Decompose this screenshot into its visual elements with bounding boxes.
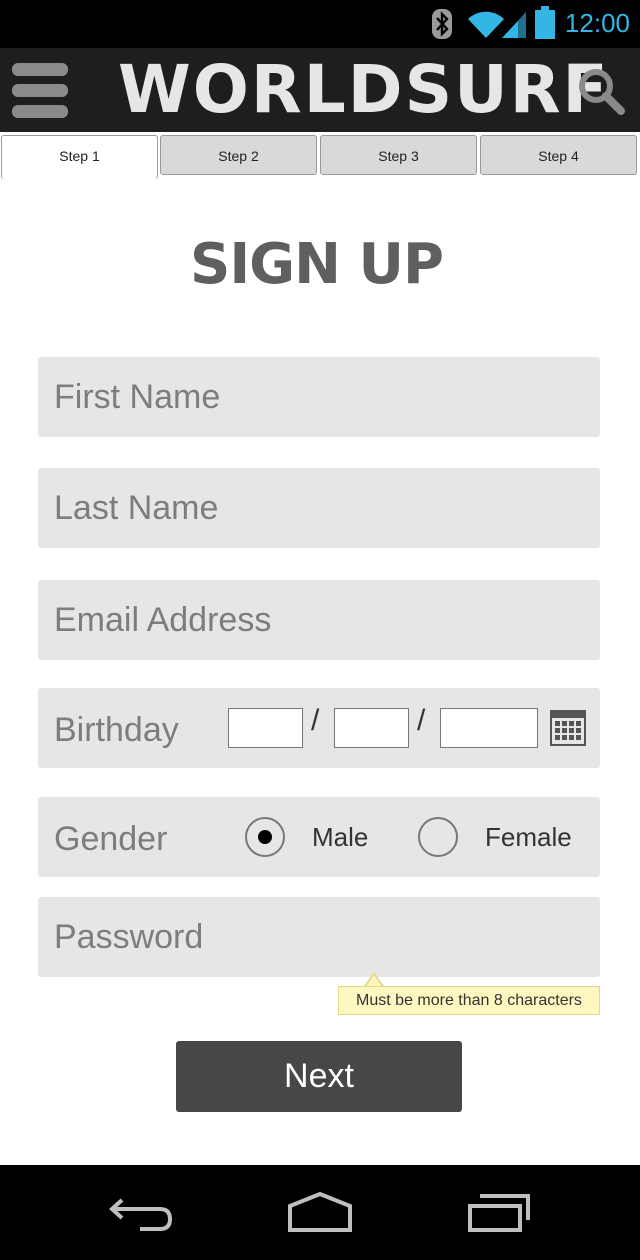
gender-male-label: Male — [312, 822, 369, 852]
gender-label: Gender — [54, 820, 168, 858]
app-bar: WORLDSURF — [0, 48, 640, 132]
step-tabs: Step 1 Step 2 Step 3 Step 4 — [0, 134, 640, 179]
bluetooth-icon — [432, 9, 452, 39]
date-separator: / — [311, 704, 320, 737]
search-icon[interactable] — [576, 66, 626, 116]
first-name-input[interactable] — [38, 357, 600, 437]
clock: 12:00 — [564, 8, 630, 38]
app-logo: WORLDSURF — [118, 51, 610, 128]
system-nav-bar — [0, 1165, 640, 1260]
status-bar: 12:00 — [0, 0, 640, 48]
back-icon[interactable] — [106, 1190, 178, 1236]
birthday-year-input[interactable] — [440, 708, 538, 748]
tab-step-1[interactable]: Step 1 — [1, 135, 158, 179]
gender-field: Gender Male Female — [38, 797, 600, 877]
home-icon[interactable] — [284, 1190, 356, 1236]
password-field — [38, 897, 600, 977]
gender-male-radio[interactable] — [245, 817, 285, 857]
birthday-day-input[interactable] — [334, 708, 409, 748]
birthday-field: Birthday / / — [38, 688, 600, 768]
gender-female-label: Female — [485, 822, 572, 852]
next-button[interactable]: Next — [176, 1041, 462, 1112]
first-name-field — [38, 357, 600, 437]
last-name-field — [38, 468, 600, 548]
last-name-input[interactable] — [38, 468, 600, 548]
birthday-label: Birthday — [54, 711, 179, 749]
cell-signal-icon — [502, 12, 526, 38]
tab-step-3[interactable]: Step 3 — [320, 135, 477, 175]
battery-icon — [535, 6, 555, 39]
password-input[interactable] — [38, 897, 600, 977]
page-title: SIGN UP — [190, 232, 444, 297]
menu-icon[interactable] — [12, 63, 70, 119]
calendar-icon[interactable] — [550, 710, 586, 746]
tab-step-4[interactable]: Step 4 — [480, 135, 637, 175]
radio-selected-dot — [258, 830, 272, 844]
gender-female-radio[interactable] — [418, 817, 458, 857]
email-field — [38, 580, 600, 660]
date-separator: / — [417, 704, 426, 737]
birthday-month-input[interactable] — [228, 708, 303, 748]
tab-step-2[interactable]: Step 2 — [160, 135, 317, 175]
email-input[interactable] — [38, 580, 600, 660]
recent-apps-icon[interactable] — [464, 1190, 536, 1236]
password-hint-tooltip: Must be more than 8 characters — [338, 986, 600, 1015]
